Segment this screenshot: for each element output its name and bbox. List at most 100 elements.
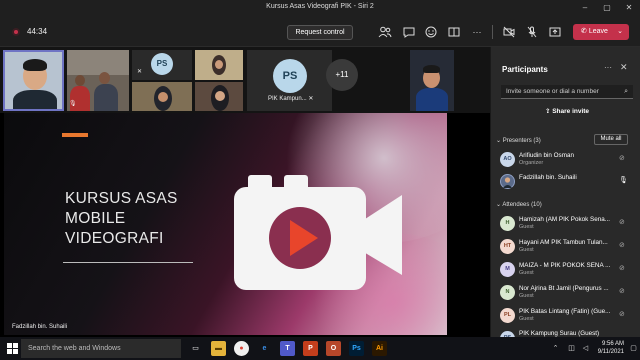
maximize-icon[interactable]: ▢: [600, 2, 614, 14]
video-tile-participant[interactable]: [195, 50, 243, 80]
person-silhouette: [13, 90, 57, 109]
mic-off-icon: ⊘: [619, 311, 625, 318]
network-icon[interactable]: ◫: [564, 341, 579, 356]
more-actions-icon[interactable]: ···: [470, 25, 484, 39]
person-face: [215, 60, 223, 69]
person-hair: [23, 59, 47, 71]
taskbar-clock[interactable]: 9:56 AM 9/11/2021: [590, 340, 624, 356]
mic-on-icon: 🎙: [619, 177, 628, 184]
clock-date: 9/11/2021: [597, 349, 624, 355]
windows-start-icon[interactable]: [7, 343, 18, 354]
avatar: PS: [151, 53, 173, 75]
more-options-icon[interactable]: ···: [604, 63, 612, 72]
shared-content-area: KURSUS ASAS MOBILE VIDEOGRAFI Fadzillah …: [0, 113, 490, 337]
participant-row[interactable]: H Hamizah (AM PIK Pokok Sena... Guest ⊘: [499, 213, 637, 235]
participant-name: Arifiudin bin Osman: [519, 152, 574, 159]
leave-button[interactable]: ✆ Leave ⌄: [573, 24, 629, 40]
mic-off-icon: ⊘: [619, 155, 625, 162]
office-icon[interactable]: O: [326, 341, 341, 356]
presenters-section-header[interactable]: ⌄ Presenters (3): [496, 137, 541, 144]
system-tray-icon[interactable]: ⌃: [548, 341, 563, 356]
rooms-icon[interactable]: [447, 25, 461, 39]
participant-role: Guest: [519, 247, 534, 253]
video-tile-participant[interactable]: [410, 50, 454, 111]
camera-off-icon[interactable]: [502, 25, 516, 39]
edge-icon[interactable]: e: [257, 341, 272, 356]
file-explorer-icon[interactable]: ▬: [211, 341, 226, 356]
leave-phone-icon: ✆: [581, 28, 589, 35]
invite-search-input[interactable]: Invite someone or dial a number ⌕: [501, 85, 633, 99]
chrome-icon[interactable]: ●: [234, 341, 249, 356]
participant-row[interactable]: AO Arifiudin bin Osman Organizer ⊘: [499, 149, 637, 171]
photoshop-icon[interactable]: Ps: [349, 341, 364, 356]
mic-off-icon[interactable]: [525, 25, 539, 39]
participant-role: Guest: [519, 270, 534, 276]
meeting-toolbar: 44:34 Request control ··· ✆ Leave ⌄: [0, 17, 640, 47]
mic-off-icon: ⊘: [619, 219, 625, 226]
powerpoint-icon[interactable]: P: [303, 341, 318, 356]
video-tile-group[interactable]: 🎙: [67, 50, 129, 111]
avatar: M: [500, 262, 515, 277]
attendees-section-header[interactable]: ⌄ Attendees (10): [496, 201, 542, 208]
participant-name: Hamizah (AM PIK Pokok Sena...: [519, 216, 610, 223]
more-participants-button[interactable]: +11: [326, 59, 358, 91]
participant-role: Guest: [519, 293, 534, 299]
presenter-name-label: Fadzillah bin. Suhaili: [12, 324, 68, 330]
participant-row[interactable]: PL PIK Batas Lintang (Fatin) (Gue... Gue…: [499, 305, 637, 327]
person-face: [158, 92, 168, 102]
task-view-icon[interactable]: ▭: [188, 341, 203, 356]
reactions-icon[interactable]: [424, 25, 438, 39]
avatar: HT: [500, 239, 515, 254]
slide-title-line: MOBILE: [65, 210, 126, 227]
request-control-button[interactable]: Request control: [287, 25, 353, 40]
video-tile-participant[interactable]: [132, 82, 192, 111]
avatar: [500, 174, 515, 189]
minimize-icon[interactable]: –: [578, 2, 592, 14]
invite-placeholder: Invite someone or dial a number: [506, 88, 599, 95]
panel-title: Participants: [502, 65, 548, 74]
video-tile-participant[interactable]: [195, 82, 243, 111]
recording-indicator-icon: [12, 28, 20, 36]
taskbar-search-input[interactable]: Search the web and Windows: [21, 339, 181, 358]
participant-row[interactable]: Fadzillah bin. Suhaili 🎙: [499, 171, 637, 193]
share-invite-button[interactable]: ⇪ Share invite: [501, 104, 633, 119]
participant-name: PIK Batas Lintang (Fatin) (Gue...: [519, 308, 611, 315]
clock-time: 9:56 AM: [601, 341, 624, 347]
window-title: Kursus Asas Videografi PIK - Siri 2: [266, 3, 374, 10]
participants-panel: Participants ··· ✕ Invite someone or dia…: [490, 47, 640, 337]
mic-off-icon: ⊘: [619, 288, 625, 295]
avatar: AO: [500, 152, 515, 167]
mute-all-button[interactable]: Mute all: [594, 134, 628, 145]
chevron-down-icon: ⌄: [496, 138, 503, 144]
search-icon: ⌕: [624, 88, 628, 95]
participant-role: Guest: [519, 316, 534, 322]
video-tile-presenter[interactable]: [3, 50, 64, 111]
illustrator-icon[interactable]: Ai: [372, 341, 387, 356]
participant-row[interactable]: HT Hayani AM PIK Tambun Tulan... Guest ⊘: [499, 236, 637, 258]
participant-row[interactable]: N Nor Ajrina Bt Jamil (Pengurus ... Gues…: [499, 282, 637, 304]
slide-title-line: KURSUS ASAS: [65, 190, 178, 207]
video-camera-icon: [234, 175, 402, 290]
chat-icon[interactable]: [402, 25, 416, 39]
share-tray-icon[interactable]: [548, 25, 562, 39]
notifications-icon[interactable]: ▢: [626, 341, 640, 356]
participant-name: MAIZA - M PIK POKOK SENA ...: [519, 262, 611, 269]
participant-row[interactable]: PS PIK Kampung Surau (Guest): [499, 328, 637, 337]
chevron-down-icon[interactable]: ⌄: [617, 24, 623, 40]
video-strip: 🎙 ✕ PS: [0, 47, 490, 113]
participant-name: Fadzillah bin. Suhaili: [519, 174, 577, 181]
participants-icon[interactable]: [378, 25, 392, 39]
person-face: [99, 72, 110, 84]
share-invite-label: Share invite: [552, 108, 590, 115]
participant-role: Organizer: [519, 160, 544, 166]
mic-off-icon: ✕: [308, 96, 314, 102]
participant-row[interactable]: M MAIZA - M PIK POKOK SENA ... Guest ⊘: [499, 259, 637, 281]
person-silhouette: [70, 86, 90, 111]
room-wall: [67, 50, 129, 75]
person-silhouette: [94, 84, 118, 111]
window-titlebar: Kursus Asas Videografi PIK - Siri 2 – ▢ …: [0, 0, 640, 17]
close-window-icon[interactable]: ✕: [622, 2, 636, 14]
teams-icon[interactable]: T: [280, 341, 295, 356]
mic-off-icon: ⊘: [619, 265, 625, 272]
close-icon[interactable]: ✕: [620, 62, 628, 73]
